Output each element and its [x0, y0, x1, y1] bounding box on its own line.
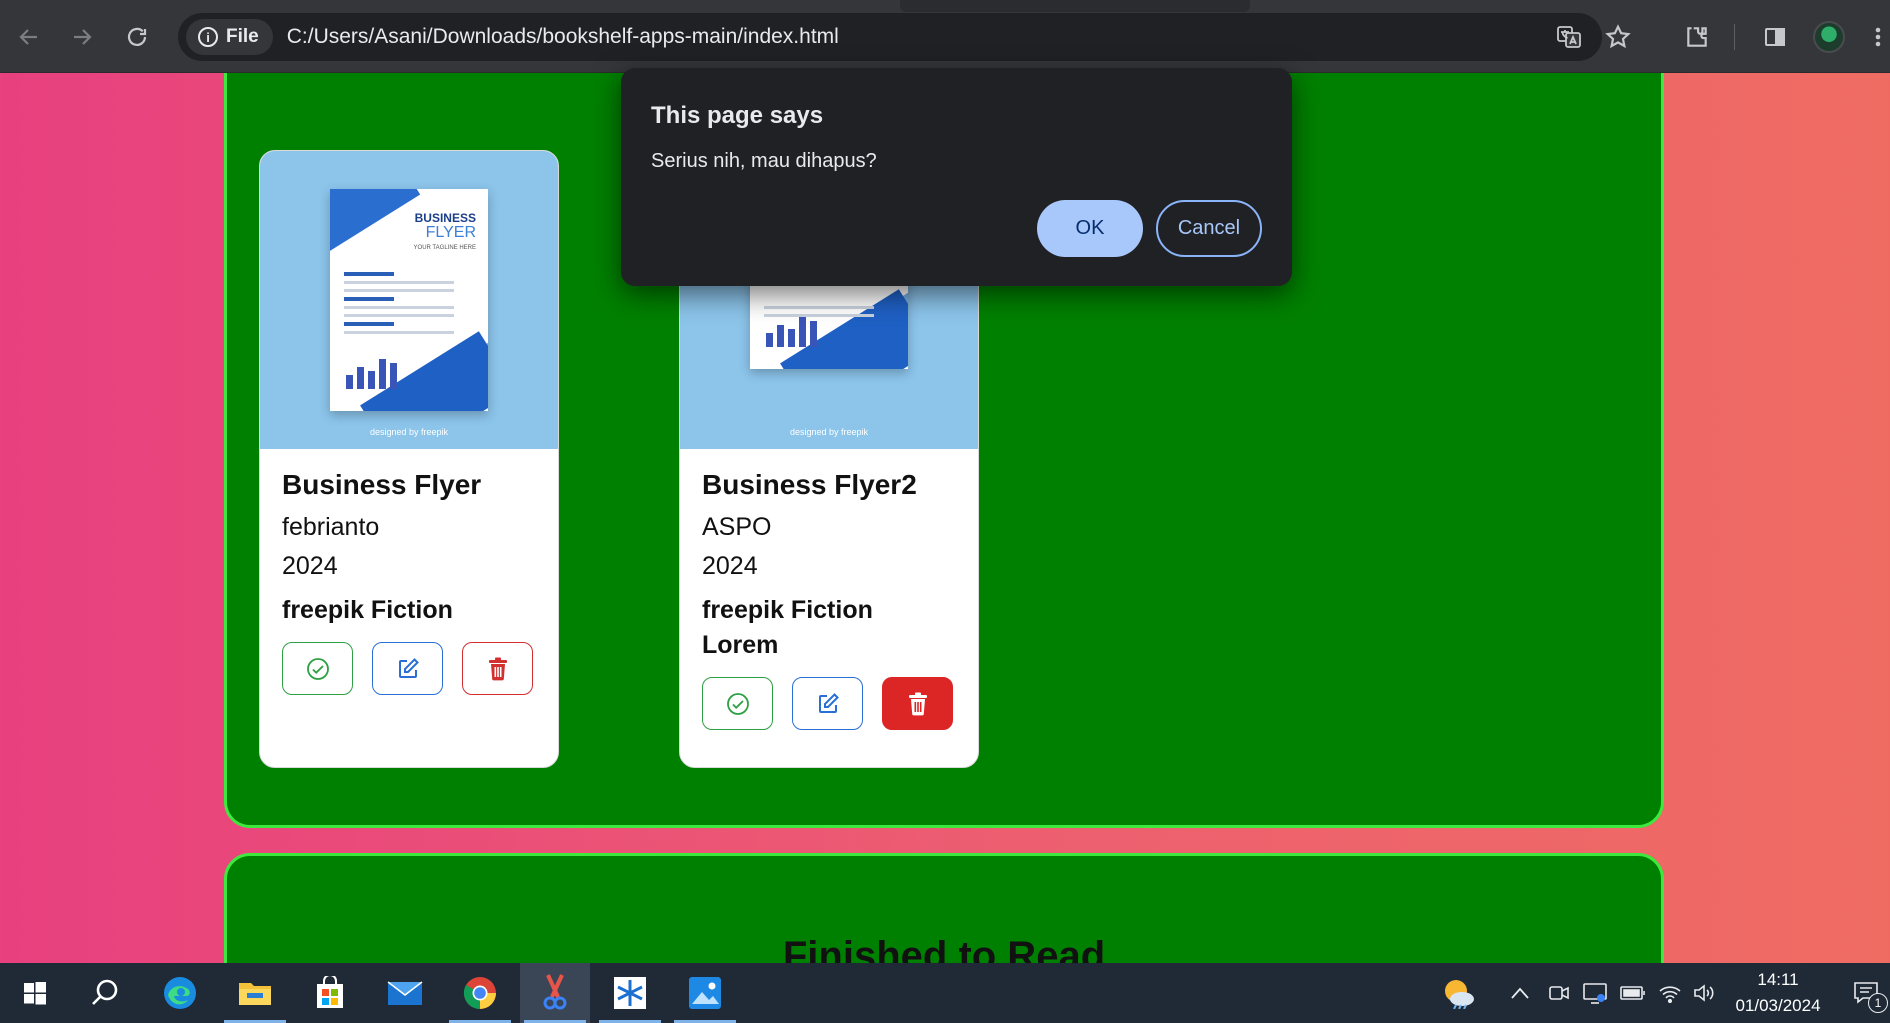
start-button[interactable]	[0, 963, 70, 1023]
search-button[interactable]	[70, 963, 140, 1023]
chevron-up-icon	[1511, 987, 1529, 999]
taskbar-store[interactable]	[295, 963, 365, 1023]
check-circle-icon	[306, 657, 329, 680]
flyer-tagline: YOUR TAGLINE HERE	[413, 245, 476, 251]
mark-finished-button[interactable]	[702, 677, 773, 730]
volume-icon[interactable]	[1692, 963, 1716, 1023]
weather-widget[interactable]	[1440, 963, 1476, 1023]
reload-button[interactable]	[118, 18, 156, 56]
taskbar-snipping-tool[interactable]	[520, 963, 590, 1023]
delete-book-button[interactable]	[882, 677, 953, 730]
battery-icon	[1620, 963, 1646, 1023]
site-info-label: File	[226, 26, 259, 47]
confirm-dialog: This page says Serius nih, mau dihapus? …	[621, 68, 1292, 286]
notification-center-icon[interactable]: 1	[1852, 963, 1888, 1023]
taskbar-chrome[interactable]	[445, 963, 515, 1023]
reload-icon	[127, 27, 147, 46]
flyer-subtitle: FLYER	[425, 224, 476, 241]
delete-book-button[interactable]	[462, 642, 533, 695]
notification-badge: 1	[1868, 993, 1888, 1013]
taskbar-file-explorer[interactable]	[220, 963, 290, 1023]
photos-icon	[689, 977, 721, 1009]
wifi-icon[interactable]	[1658, 963, 1682, 1023]
mark-finished-button[interactable]	[282, 642, 353, 695]
book-title: Business Flyer2	[702, 469, 917, 500]
taskbar: 14:11 01/03/2024 1	[0, 963, 1890, 1023]
folder-icon	[239, 983, 271, 1005]
trash-icon	[488, 657, 507, 680]
store-icon	[317, 976, 343, 1008]
arrow-left-icon	[19, 29, 37, 45]
system-clock[interactable]: 14:11 01/03/2024	[1728, 967, 1828, 1019]
book-category: freepik Fiction	[282, 596, 453, 624]
scissors-icon	[543, 974, 567, 1010]
taskbar-mail[interactable]	[370, 963, 440, 1023]
cover-credit: designed by freepik	[369, 427, 449, 437]
menu-kebab-icon[interactable]	[1868, 22, 1888, 52]
snowflake-icon	[614, 977, 646, 1009]
book-author: ASPO	[702, 513, 772, 541]
arrow-right-icon	[74, 29, 92, 45]
extensions-icon[interactable]	[1682, 22, 1712, 52]
profile-avatar[interactable]	[1813, 21, 1845, 53]
chrome-icon	[463, 977, 496, 1010]
meet-now-icon[interactable]	[1548, 963, 1570, 1023]
info-icon: i	[198, 27, 218, 47]
translate-icon[interactable]	[1554, 22, 1584, 52]
side-panel-icon[interactable]	[1760, 22, 1790, 52]
ok-button[interactable]: OK	[1037, 200, 1143, 257]
weather-icon	[1445, 980, 1474, 1009]
windows-logo-icon	[24, 982, 46, 1005]
flyer-graphic: BUSINESS FLYER YOUR TAGLINE HERE	[330, 189, 488, 411]
cancel-button[interactable]: Cancel	[1156, 200, 1262, 257]
book-card: BUSINESS FLYER YOUR TAGLINE HERE designe…	[259, 150, 559, 768]
edit-icon	[818, 692, 839, 713]
clock-date: 01/03/2024	[1735, 996, 1821, 1015]
edit-book-button[interactable]	[372, 642, 443, 695]
bookmark-star-icon[interactable]	[1603, 22, 1633, 52]
taskbar-app[interactable]	[595, 963, 665, 1023]
forward-button[interactable]	[63, 18, 101, 56]
site-info-chip[interactable]: i File	[186, 19, 273, 55]
edit-book-button[interactable]	[792, 677, 863, 730]
edge-icon	[164, 977, 196, 1009]
clock-time: 14:11	[1757, 970, 1799, 989]
taskbar-edge[interactable]	[145, 963, 215, 1023]
browser-toolbar: i File C:/Users/Asani/Downloads/bookshel…	[0, 0, 1890, 73]
address-bar[interactable]: i File C:/Users/Asani/Downloads/bookshel…	[178, 13, 1602, 61]
mail-icon	[387, 981, 423, 1005]
url-text[interactable]: C:/Users/Asani/Downloads/bookshelf-apps-…	[287, 25, 839, 49]
dialog-title: This page says	[651, 102, 824, 129]
book-title: Business Flyer	[282, 469, 482, 500]
book-category: freepik Fiction Lorem	[702, 596, 873, 659]
edit-icon	[398, 657, 419, 678]
back-button[interactable]	[10, 18, 48, 56]
cover-credit: designed by freepik	[789, 427, 869, 437]
show-hidden-icons[interactable]	[1510, 963, 1530, 1023]
taskbar-photos[interactable]	[670, 963, 740, 1023]
book-year: 2024	[702, 552, 758, 580]
check-circle-icon	[726, 692, 749, 715]
dialog-message: Serius nih, mau dihapus?	[651, 150, 877, 172]
trash-icon	[908, 692, 927, 715]
search-icon	[92, 979, 118, 1005]
book-author: febrianto	[282, 513, 380, 541]
book-cover-image: BUSINESS FLYER YOUR TAGLINE HERE designe…	[260, 151, 558, 449]
book-year: 2024	[282, 552, 338, 580]
flyer-brand: BUSINESS	[414, 211, 476, 225]
display-icon[interactable]	[1582, 963, 1608, 1023]
